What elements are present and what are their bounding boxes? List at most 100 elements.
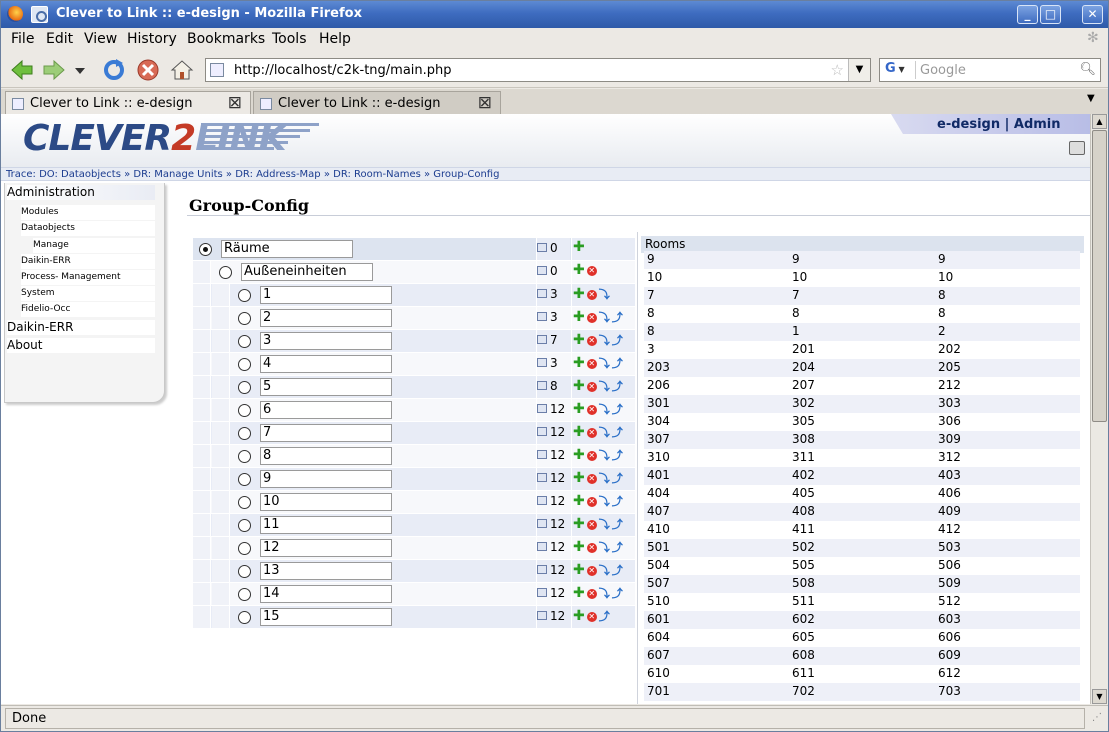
move-up-icon[interactable]: ⤴ xyxy=(612,541,623,554)
move-up-icon[interactable]: ⤴ xyxy=(612,472,623,485)
add-icon[interactable]: ✚ xyxy=(573,355,585,371)
group-name-input[interactable]: 7 xyxy=(260,424,392,442)
delete-icon[interactable]: ✕ xyxy=(586,543,597,553)
menu-edit[interactable]: Edit xyxy=(46,31,73,47)
url-dropdown-icon[interactable]: ▼ xyxy=(848,59,870,81)
delete-icon[interactable]: ✕ xyxy=(586,336,597,346)
move-down-icon[interactable]: ⤵ xyxy=(599,587,610,600)
search-input[interactable]: Google xyxy=(920,63,966,78)
sidebar-item[interactable]: Fidelio-Occ xyxy=(21,302,155,317)
move-down-icon[interactable]: ⤵ xyxy=(599,426,610,439)
close-tab-icon[interactable]: ⊠ xyxy=(478,93,492,113)
search-engine-selector[interactable]: G ▼ xyxy=(882,61,916,79)
move-down-icon[interactable]: ⤵ xyxy=(599,380,610,393)
delete-icon[interactable]: ✕ xyxy=(586,589,597,599)
scroll-thumb[interactable] xyxy=(1092,130,1107,422)
scroll-down-icon[interactable]: ▼ xyxy=(1092,689,1107,704)
delete-icon[interactable]: ✕ xyxy=(586,313,597,323)
stop-icon[interactable] xyxy=(135,57,161,83)
move-down-icon[interactable]: ⤵ xyxy=(599,403,610,416)
group-name-input[interactable]: 10 xyxy=(260,493,392,511)
maximize-button[interactable]: □ xyxy=(1040,5,1061,24)
group-name-input[interactable]: Räume xyxy=(221,240,353,258)
move-up-icon[interactable]: ⤴ xyxy=(612,311,623,324)
group-radio[interactable] xyxy=(238,312,251,325)
add-icon[interactable]: ✚ xyxy=(573,239,585,255)
group-radio[interactable] xyxy=(238,450,251,463)
delete-icon[interactable]: ✕ xyxy=(586,405,597,415)
group-radio[interactable] xyxy=(238,588,251,601)
group-name-input[interactable]: 15 xyxy=(260,608,392,626)
group-name-input[interactable]: 6 xyxy=(260,401,392,419)
search-icon[interactable]: 🔍︎ xyxy=(1079,62,1096,77)
add-icon[interactable]: ✚ xyxy=(573,516,585,532)
move-up-icon[interactable]: ⤴ xyxy=(612,564,623,577)
add-icon[interactable]: ✚ xyxy=(573,424,585,440)
move-up-icon[interactable]: ⤴ xyxy=(612,334,623,347)
reload-icon[interactable] xyxy=(101,57,127,83)
move-down-icon[interactable]: ⤵ xyxy=(599,518,610,531)
delete-icon[interactable]: ✕ xyxy=(586,428,597,438)
group-radio[interactable] xyxy=(238,542,251,555)
home-icon[interactable] xyxy=(169,57,195,83)
move-down-icon[interactable]: ⤵ xyxy=(599,541,610,554)
add-icon[interactable]: ✚ xyxy=(573,585,585,601)
sidebar-item[interactable]: Process- Management xyxy=(21,270,155,285)
vertical-scrollbar[interactable]: ▲ ▼ xyxy=(1090,114,1108,704)
move-up-icon[interactable]: ⤴ xyxy=(612,380,623,393)
menu-help[interactable]: Help xyxy=(319,31,351,47)
add-icon[interactable]: ✚ xyxy=(573,401,585,417)
group-radio[interactable] xyxy=(199,243,212,256)
sidebar-item[interactable]: System xyxy=(21,286,155,301)
add-icon[interactable]: ✚ xyxy=(573,470,585,486)
add-icon[interactable]: ✚ xyxy=(573,286,585,302)
resize-grip-icon[interactable]: ⋰ xyxy=(1092,712,1102,723)
group-name-input[interactable]: 14 xyxy=(260,585,392,603)
move-up-icon[interactable]: ⤴ xyxy=(599,610,610,623)
close-button[interactable]: ✕ xyxy=(1082,5,1103,24)
move-down-icon[interactable]: ⤵ xyxy=(599,311,610,324)
move-down-icon[interactable]: ⤵ xyxy=(599,288,610,301)
sidebar-item[interactable]: Manage xyxy=(33,238,155,253)
sidebar-item[interactable]: Modules xyxy=(21,205,155,220)
group-radio[interactable] xyxy=(238,335,251,348)
add-icon[interactable]: ✚ xyxy=(573,262,585,278)
group-radio[interactable] xyxy=(238,519,251,532)
group-radio[interactable] xyxy=(238,289,251,302)
menu-history[interactable]: History xyxy=(127,31,177,47)
add-icon[interactable]: ✚ xyxy=(573,539,585,555)
add-icon[interactable]: ✚ xyxy=(573,332,585,348)
move-down-icon[interactable]: ⤵ xyxy=(599,449,610,462)
add-icon[interactable]: ✚ xyxy=(573,309,585,325)
group-radio[interactable] xyxy=(238,565,251,578)
group-radio[interactable] xyxy=(238,381,251,394)
delete-icon[interactable]: ✕ xyxy=(586,474,597,484)
sidebar-item[interactable]: About xyxy=(7,338,155,353)
group-name-input[interactable]: 4 xyxy=(260,355,392,373)
delete-icon[interactable]: ✕ xyxy=(586,266,597,276)
add-icon[interactable]: ✚ xyxy=(573,493,585,509)
menu-tools[interactable]: Tools xyxy=(272,31,307,47)
menu-view[interactable]: View xyxy=(84,31,117,47)
url-bar[interactable]: http://localhost/c2k-tng/main.php ☆ ▼ xyxy=(205,58,871,82)
delete-icon[interactable]: ✕ xyxy=(586,497,597,507)
add-icon[interactable]: ✚ xyxy=(573,562,585,578)
group-name-input[interactable]: 8 xyxy=(260,447,392,465)
sidebar-item[interactable]: Dataobjects xyxy=(21,221,155,236)
menu-file[interactable]: File xyxy=(11,31,34,47)
group-radio[interactable] xyxy=(238,404,251,417)
tab-inactive[interactable]: Clever to Link :: e-design ⊠ xyxy=(253,91,501,115)
group-radio[interactable] xyxy=(238,427,251,440)
move-down-icon[interactable]: ⤵ xyxy=(599,357,610,370)
move-up-icon[interactable]: ⤴ xyxy=(612,587,623,600)
group-radio[interactable] xyxy=(238,473,251,486)
move-up-icon[interactable]: ⤴ xyxy=(612,426,623,439)
group-name-input[interactable]: 5 xyxy=(260,378,392,396)
scroll-up-icon[interactable]: ▲ xyxy=(1092,114,1107,129)
delete-icon[interactable]: ✕ xyxy=(586,290,597,300)
add-icon[interactable]: ✚ xyxy=(573,608,585,624)
history-dropdown-icon[interactable] xyxy=(73,57,87,83)
search-bar[interactable]: G ▼ Google 🔍︎ xyxy=(879,58,1101,82)
url-text[interactable]: http://localhost/c2k-tng/main.php xyxy=(234,63,452,78)
group-name-input[interactable]: 1 xyxy=(260,286,392,304)
